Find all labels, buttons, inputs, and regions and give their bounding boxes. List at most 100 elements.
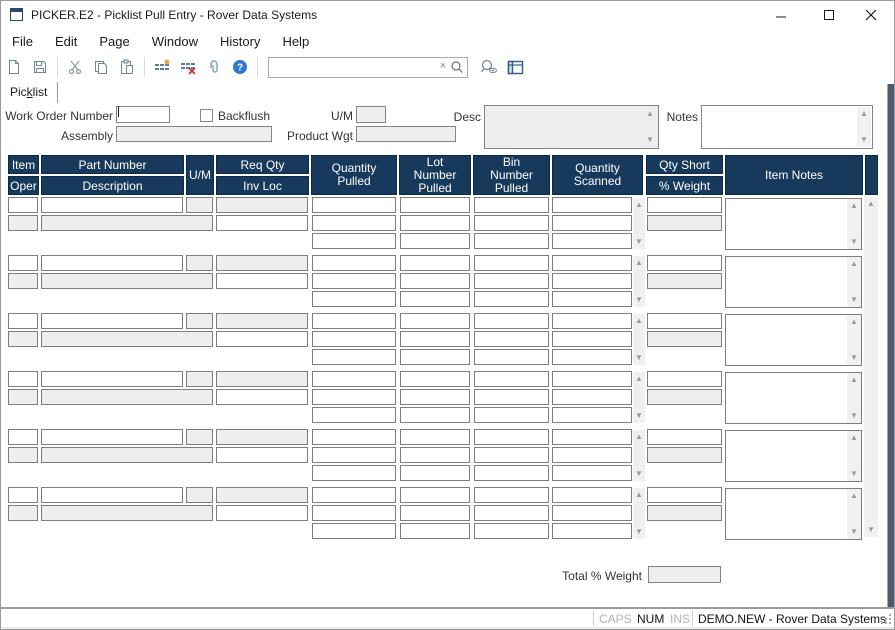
total-pct-weight-field[interactable] xyxy=(648,566,721,583)
lot-number-field[interactable] xyxy=(400,407,470,423)
bin-number-field[interactable] xyxy=(474,197,549,213)
quantity-scanned-field[interactable] xyxy=(552,447,632,463)
pct-weight-field[interactable] xyxy=(647,215,722,231)
req-qty-field[interactable] xyxy=(216,371,308,387)
qty-pulled-field[interactable] xyxy=(312,487,396,503)
pct-weight-field[interactable] xyxy=(647,505,722,521)
quantity-scanned-field[interactable] xyxy=(552,233,632,249)
quantity-scanned-field[interactable] xyxy=(552,331,632,347)
part-number-field[interactable] xyxy=(41,429,183,445)
um-cell-field[interactable] xyxy=(186,313,213,329)
quantity-scanned-field[interactable] xyxy=(552,389,632,405)
quantity-scanned-field[interactable] xyxy=(552,255,632,271)
item-field[interactable] xyxy=(8,197,38,213)
description-field[interactable] xyxy=(41,447,213,463)
row-scrollbar[interactable]: ▲︎ ▼︎ xyxy=(633,314,645,365)
item-notes-scrollbar[interactable]: ▲︎ ▼︎ xyxy=(847,489,861,539)
req-qty-field[interactable] xyxy=(216,313,308,329)
row-scrollbar[interactable]: ▲︎ ▼︎ xyxy=(633,372,645,423)
lot-number-field[interactable] xyxy=(400,197,470,213)
lot-number-field[interactable] xyxy=(400,371,470,387)
pct-weight-field[interactable] xyxy=(647,447,722,463)
quantity-scanned-field[interactable] xyxy=(552,465,632,481)
qty-pulled-field[interactable] xyxy=(312,429,396,445)
qty-pulled-field[interactable] xyxy=(312,273,396,289)
item-field[interactable] xyxy=(8,255,38,271)
bin-number-field[interactable] xyxy=(474,291,549,307)
bin-number-field[interactable] xyxy=(474,429,549,445)
um-cell-field[interactable] xyxy=(186,197,213,213)
qty-pulled-field[interactable] xyxy=(312,255,396,271)
bin-number-field[interactable] xyxy=(474,487,549,503)
item-notes-field[interactable]: ▲︎ ▼︎ xyxy=(725,198,862,250)
qty-short-field[interactable] xyxy=(647,313,722,329)
quantity-scanned-field[interactable] xyxy=(552,487,632,503)
qty-pulled-field[interactable] xyxy=(312,389,396,405)
part-number-field[interactable] xyxy=(41,197,183,213)
quantity-scanned-field[interactable] xyxy=(552,349,632,365)
bin-number-field[interactable] xyxy=(474,465,549,481)
quantity-scanned-field[interactable] xyxy=(552,523,632,539)
oper-field[interactable] xyxy=(8,389,38,405)
row-scrollbar[interactable]: ▲︎ ▼︎ xyxy=(633,430,645,481)
qty-short-field[interactable] xyxy=(647,197,722,213)
inv-loc-field[interactable] xyxy=(216,505,308,521)
item-notes-scrollbar[interactable]: ▲︎ ▼︎ xyxy=(847,373,861,423)
bin-number-field[interactable] xyxy=(474,313,549,329)
description-field[interactable] xyxy=(41,389,213,405)
bin-number-field[interactable] xyxy=(474,273,549,289)
qty-pulled-field[interactable] xyxy=(312,291,396,307)
item-field[interactable] xyxy=(8,371,38,387)
um-cell-field[interactable] xyxy=(186,429,213,445)
req-qty-field[interactable] xyxy=(216,197,308,213)
description-field[interactable] xyxy=(41,505,213,521)
lot-number-field[interactable] xyxy=(400,313,470,329)
item-field[interactable] xyxy=(8,313,38,329)
part-number-field[interactable] xyxy=(41,255,183,271)
quantity-scanned-field[interactable] xyxy=(552,505,632,521)
inv-loc-field[interactable] xyxy=(216,389,308,405)
qty-pulled-field[interactable] xyxy=(312,349,396,365)
bin-number-field[interactable] xyxy=(474,523,549,539)
qty-pulled-field[interactable] xyxy=(312,523,396,539)
lot-number-field[interactable] xyxy=(400,233,470,249)
description-field[interactable] xyxy=(41,215,213,231)
item-field[interactable] xyxy=(8,487,38,503)
qty-short-field[interactable] xyxy=(647,487,722,503)
lot-number-field[interactable] xyxy=(400,255,470,271)
bin-number-field[interactable] xyxy=(474,505,549,521)
inv-loc-field[interactable] xyxy=(216,215,308,231)
bin-number-field[interactable] xyxy=(474,371,549,387)
row-scrollbar[interactable]: ▲︎ ▼︎ xyxy=(633,256,645,307)
item-notes-field[interactable]: ▲︎ ▼︎ xyxy=(725,314,862,366)
bin-number-field[interactable] xyxy=(474,389,549,405)
lot-number-field[interactable] xyxy=(400,291,470,307)
lot-number-field[interactable] xyxy=(400,349,470,365)
lot-number-field[interactable] xyxy=(400,487,470,503)
lot-number-field[interactable] xyxy=(400,465,470,481)
req-qty-field[interactable] xyxy=(216,255,308,271)
qty-pulled-field[interactable] xyxy=(312,313,396,329)
qty-pulled-field[interactable] xyxy=(312,371,396,387)
bin-number-field[interactable] xyxy=(474,233,549,249)
qty-pulled-field[interactable] xyxy=(312,197,396,213)
qty-pulled-field[interactable] xyxy=(312,331,396,347)
lot-number-field[interactable] xyxy=(400,389,470,405)
qty-pulled-field[interactable] xyxy=(312,233,396,249)
item-field[interactable] xyxy=(8,429,38,445)
qty-short-field[interactable] xyxy=(647,429,722,445)
bin-number-field[interactable] xyxy=(474,349,549,365)
um-cell-field[interactable] xyxy=(186,371,213,387)
description-field[interactable] xyxy=(41,273,213,289)
part-number-field[interactable] xyxy=(41,313,183,329)
description-field[interactable] xyxy=(41,331,213,347)
quantity-scanned-field[interactable] xyxy=(552,313,632,329)
quantity-scanned-field[interactable] xyxy=(552,215,632,231)
row-scrollbar[interactable]: ▲︎ ▼︎ xyxy=(633,488,645,539)
bin-number-field[interactable] xyxy=(474,331,549,347)
quantity-scanned-field[interactable] xyxy=(552,407,632,423)
oper-field[interactable] xyxy=(8,505,38,521)
oper-field[interactable] xyxy=(8,273,38,289)
oper-field[interactable] xyxy=(8,331,38,347)
lot-number-field[interactable] xyxy=(400,505,470,521)
